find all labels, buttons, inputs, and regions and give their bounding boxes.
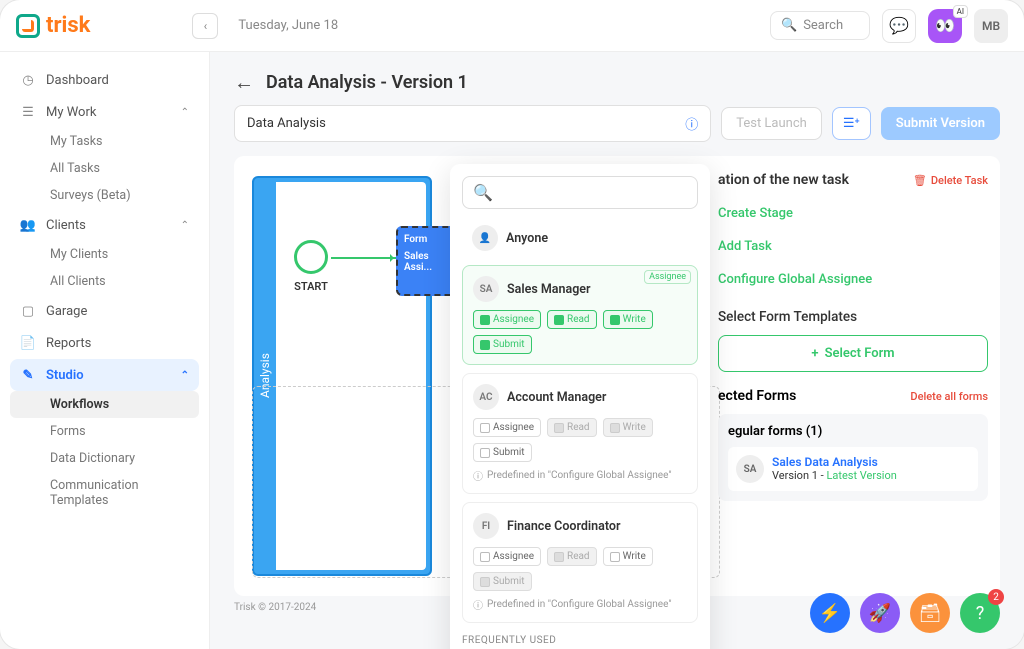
chevron-up-icon: ⌃ [181,220,189,231]
chip-submit: Submit [473,572,532,591]
info-icon[interactable]: ⓘ [685,114,698,133]
chip-read[interactable]: Read [547,310,597,329]
nav-studio[interactable]: ✎Studio⌃ [10,359,199,391]
logo-icon [16,14,40,38]
assignee-option-sales-manager[interactable]: Assignee SASales Manager Assignee Read W… [462,265,698,365]
predefined-note: ⓘPredefined in "Configure Global Assigne… [473,468,687,483]
ai-assistant-button[interactable]: 👀 [928,9,962,43]
nav-dashboard[interactable]: ◷Dashboard [10,64,199,96]
add-task-link[interactable]: Add Task [718,239,988,254]
topbar-back-button[interactable]: ‹ [192,13,218,39]
info-icon: ⓘ [473,597,483,612]
assignee-option-finance[interactable]: FIFinance Coordinator Assignee Read Writ… [462,502,698,623]
gauge-icon: ◷ [20,72,36,88]
chip-assignee[interactable]: Assignee [473,418,541,437]
chip-read: Read [547,418,597,437]
task-config-panel: ation of the new task 🗑Delete Task Creat… [718,168,988,584]
nav-garage[interactable]: ▢Garage [10,295,199,327]
connector-line [331,257,396,259]
logo-text: trisk [46,13,90,38]
panel-title: ation of the new task [718,172,849,188]
nav-reports[interactable]: 📄Reports [10,327,199,359]
plus-icon: + [811,346,818,361]
assignee-option-account-manager[interactable]: ACAccount Manager Assignee Read Write Su… [462,373,698,494]
form-avatar: SA [736,455,764,483]
box-icon: ▢ [20,303,36,319]
people-icon: 👥 [20,217,36,233]
chat-icon[interactable]: 💬 [882,9,916,43]
select-form-button[interactable]: +Select Form [718,335,988,372]
assignee-option-anyone[interactable]: 👤Anyone [462,219,698,257]
dropdown-search-input[interactable]: 🔍 [462,176,698,209]
search-placeholder: Search [803,18,843,33]
fab-lightning[interactable]: ⚡ [810,593,850,633]
start-circle-icon [294,240,328,274]
chip-assignee[interactable]: Assignee [473,547,541,566]
sidebar: ◷Dashboard ☰My Work⌃ My Tasks All Tasks … [0,52,210,649]
submit-version-button[interactable]: Submit Version [881,107,1000,140]
workflow-name-value: Data Analysis [247,116,685,131]
info-icon: ⓘ [473,468,483,483]
fab-archive[interactable]: 🗃 [910,593,950,633]
nav-comm-templates[interactable]: Communication Templates [10,472,199,514]
nav-forms[interactable]: Forms [10,418,199,445]
chevron-up-icon: ⌃ [181,107,189,118]
assignee-tag: Assignee [644,270,691,284]
nav-my-tasks[interactable]: My Tasks [10,128,199,155]
select-templates-label: Select Form Templates [718,301,988,335]
workflow-name-input[interactable]: Data Analysis ⓘ [234,105,711,142]
nav-all-tasks[interactable]: All Tasks [10,155,199,182]
chevron-up-icon: ⌃ [181,370,189,381]
delete-all-forms-link[interactable]: Delete all forms [910,390,988,403]
notification-badge: 2 [988,589,1004,605]
regular-forms-label: egular forms (1) [728,424,978,447]
global-search[interactable]: 🔍 Search [770,11,870,40]
user-avatar[interactable]: MB [974,9,1008,43]
frequently-used-label: FREQUENTLY USED [462,631,698,649]
assignee-dropdown: 🔍 👤Anyone Assignee SASales Manager Assig… [450,164,710,649]
nav-my-work[interactable]: ☰My Work⌃ [10,96,199,128]
nav-my-clients[interactable]: My Clients [10,241,199,268]
fab-rocket[interactable]: 🚀 [860,593,900,633]
list-add-icon[interactable]: ☰⁺ [832,107,871,140]
chip-write[interactable]: Write [603,547,653,566]
chip-submit[interactable]: Submit [473,335,532,354]
selected-forms-label: ected Forms [718,388,796,404]
person-icon: 👤 [472,225,498,251]
clipboard-icon: ☰ [20,104,36,120]
start-node[interactable]: START [294,240,328,293]
page-title: Data Analysis - Version 1 [266,72,468,93]
nav-clients[interactable]: 👥Clients⌃ [10,209,199,241]
logo[interactable]: trisk [16,13,90,38]
back-arrow-icon[interactable]: ← [234,70,254,95]
nav-all-clients[interactable]: All Clients [10,268,199,295]
delete-task-link[interactable]: 🗑Delete Task [913,174,988,187]
test-launch-button[interactable]: Test Launch [721,107,822,140]
chip-write: Write [603,418,653,437]
configure-global-assignee-link[interactable]: Configure Global Assignee [718,272,988,287]
selected-form-card[interactable]: SA Sales Data Analysis Version 1 - Lates… [728,447,978,491]
predefined-note: ⓘPredefined in "Configure Global Assigne… [473,597,687,612]
nav-surveys[interactable]: Surveys (Beta) [10,182,199,209]
chip-read: Read [547,547,597,566]
current-date: Tuesday, June 18 [238,18,338,33]
chip-submit[interactable]: Submit [473,443,532,462]
pen-icon: ✎ [20,367,36,383]
report-icon: 📄 [20,335,36,351]
search-icon: 🔍 [473,183,493,202]
start-label: START [294,280,328,293]
fab-help[interactable]: ?2 [960,593,1000,633]
trash-icon: 🗑 [913,174,927,187]
form-card-title: Sales Data Analysis [772,455,897,469]
nav-workflows[interactable]: Workflows [10,391,199,418]
nav-data-dictionary[interactable]: Data Dictionary [10,445,199,472]
create-stage-link[interactable]: Create Stage [718,206,988,221]
chip-assignee[interactable]: Assignee [473,310,541,329]
search-icon: 🔍 [781,18,797,33]
chip-write[interactable]: Write [603,310,653,329]
